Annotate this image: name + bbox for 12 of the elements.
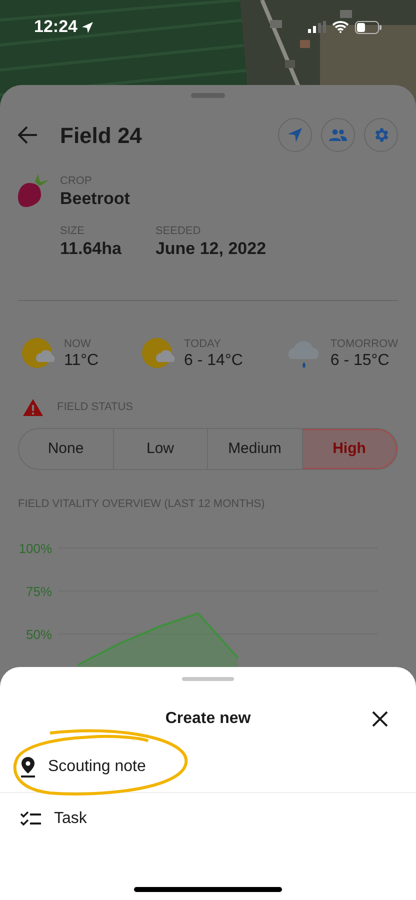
temperature-value: 6 - 14°C xyxy=(184,351,243,371)
axis-label: 75% xyxy=(26,584,52,598)
clock-time: 12:24 xyxy=(34,16,78,38)
axis-label: 100% xyxy=(18,540,52,556)
sheet-title: Create new xyxy=(165,709,251,729)
seeded-date: June 12, 2022 xyxy=(155,238,266,260)
axis-label: 50% xyxy=(26,626,52,642)
crop-name: Beetroot xyxy=(60,188,130,210)
size-value: 11.64ha xyxy=(60,238,122,260)
field-title: Field 24 xyxy=(60,122,142,150)
temperature-value: 6 - 15°C xyxy=(330,351,390,371)
temperature-value: 11°C xyxy=(64,351,99,371)
